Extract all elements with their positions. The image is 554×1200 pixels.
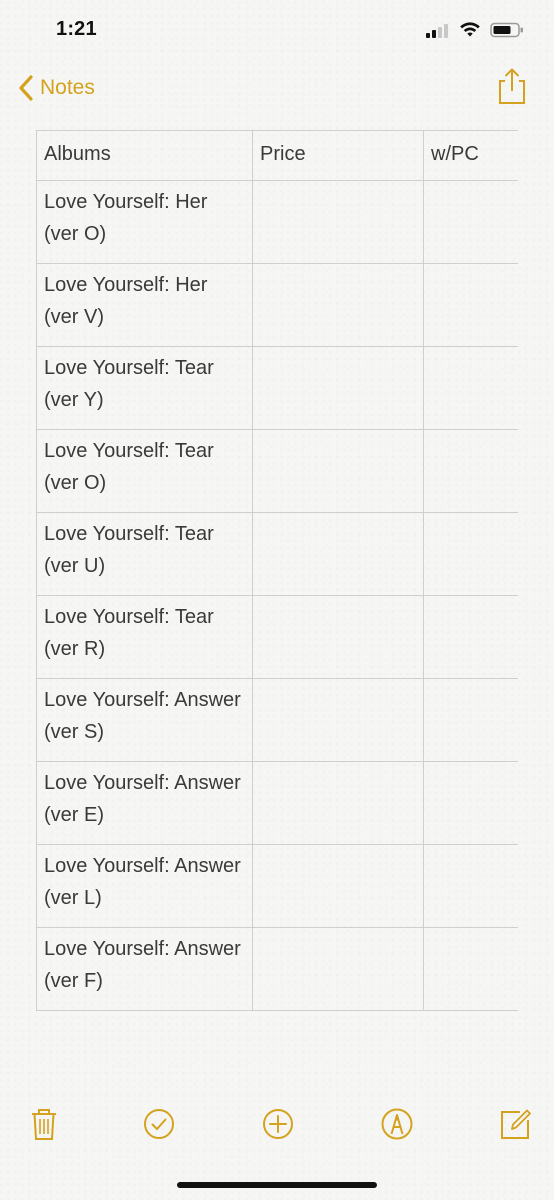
table-header-cell[interactable]: w/PC bbox=[423, 130, 518, 181]
table-header-cell[interactable]: Albums bbox=[36, 130, 253, 181]
table-row: Love Yourself: Answer (ver L) bbox=[36, 844, 518, 928]
albums-table: Albums Price w/PC Love Yourself: Her (ve… bbox=[36, 130, 518, 1011]
price-cell[interactable] bbox=[252, 180, 424, 264]
checklist-icon[interactable] bbox=[141, 1106, 177, 1142]
with-pc-cell[interactable] bbox=[423, 429, 518, 513]
table-row: Love Yourself: Tear (ver R) bbox=[36, 595, 518, 679]
album-cell[interactable]: Love Yourself: Her (ver O) bbox=[36, 180, 253, 264]
back-button[interactable]: Notes bbox=[18, 70, 95, 106]
album-cell[interactable]: Love Yourself: Her (ver V) bbox=[36, 263, 253, 347]
price-cell[interactable] bbox=[252, 595, 424, 679]
table-row: Love Yourself: Her (ver V) bbox=[36, 263, 518, 347]
table-row: Love Yourself: Tear (ver U) bbox=[36, 512, 518, 596]
table-header-row: Albums Price w/PC bbox=[36, 130, 518, 181]
price-cell[interactable] bbox=[252, 429, 424, 513]
add-icon[interactable] bbox=[260, 1106, 296, 1142]
album-cell[interactable]: Love Yourself: Tear (ver R) bbox=[36, 595, 253, 679]
price-cell[interactable] bbox=[252, 263, 424, 347]
with-pc-cell[interactable] bbox=[423, 927, 518, 1011]
album-cell[interactable]: Love Yourself: Answer (ver S) bbox=[36, 678, 253, 762]
with-pc-cell[interactable] bbox=[423, 844, 518, 928]
album-cell[interactable]: Love Yourself: Tear (ver O) bbox=[36, 429, 253, 513]
table-row: Love Yourself: Tear (ver O) bbox=[36, 429, 518, 513]
album-cell[interactable]: Love Yourself: Tear (ver Y) bbox=[36, 346, 253, 430]
with-pc-cell[interactable] bbox=[423, 263, 518, 347]
back-button-label: Notes bbox=[40, 76, 95, 99]
markup-icon[interactable] bbox=[379, 1106, 415, 1142]
price-cell[interactable] bbox=[252, 678, 424, 762]
with-pc-cell[interactable] bbox=[423, 346, 518, 430]
with-pc-cell[interactable] bbox=[423, 761, 518, 845]
album-cell[interactable]: Love Yourself: Tear (ver U) bbox=[36, 512, 253, 596]
trash-icon[interactable] bbox=[26, 1106, 62, 1142]
with-pc-cell[interactable] bbox=[423, 512, 518, 596]
table-header-cell[interactable]: Price bbox=[252, 130, 424, 181]
album-cell[interactable]: Love Yourself: Answer (ver E) bbox=[36, 761, 253, 845]
chevron-left-icon bbox=[19, 75, 33, 101]
battery-icon bbox=[490, 22, 523, 38]
table-row: Love Yourself: Tear (ver Y) bbox=[36, 346, 518, 430]
status-bar: 1:21 bbox=[0, 0, 554, 60]
table-row: Love Yourself: Answer (ver E) bbox=[36, 761, 518, 845]
table-row: Love Yourself: Answer (ver F) bbox=[36, 927, 518, 1011]
navigation-bar: Notes bbox=[0, 62, 554, 114]
cellular-signal-icon bbox=[426, 22, 452, 38]
share-icon[interactable] bbox=[494, 66, 530, 106]
price-cell[interactable] bbox=[252, 761, 424, 845]
bottom-toolbar bbox=[0, 1100, 554, 1152]
album-cell[interactable]: Love Yourself: Answer (ver F) bbox=[36, 927, 253, 1011]
price-cell[interactable] bbox=[252, 346, 424, 430]
price-cell[interactable] bbox=[252, 512, 424, 596]
price-cell[interactable] bbox=[252, 927, 424, 1011]
status-time: 1:21 bbox=[56, 18, 97, 40]
table-row: Love Yourself: Answer (ver S) bbox=[36, 678, 518, 762]
wifi-icon bbox=[460, 22, 480, 37]
compose-icon[interactable] bbox=[498, 1106, 534, 1142]
table-row: Love Yourself: Her (ver O) bbox=[36, 180, 518, 264]
album-cell[interactable]: Love Yourself: Answer (ver L) bbox=[36, 844, 253, 928]
with-pc-cell[interactable] bbox=[423, 678, 518, 762]
with-pc-cell[interactable] bbox=[423, 180, 518, 264]
home-indicator[interactable] bbox=[177, 1182, 377, 1188]
price-cell[interactable] bbox=[252, 844, 424, 928]
with-pc-cell[interactable] bbox=[423, 595, 518, 679]
